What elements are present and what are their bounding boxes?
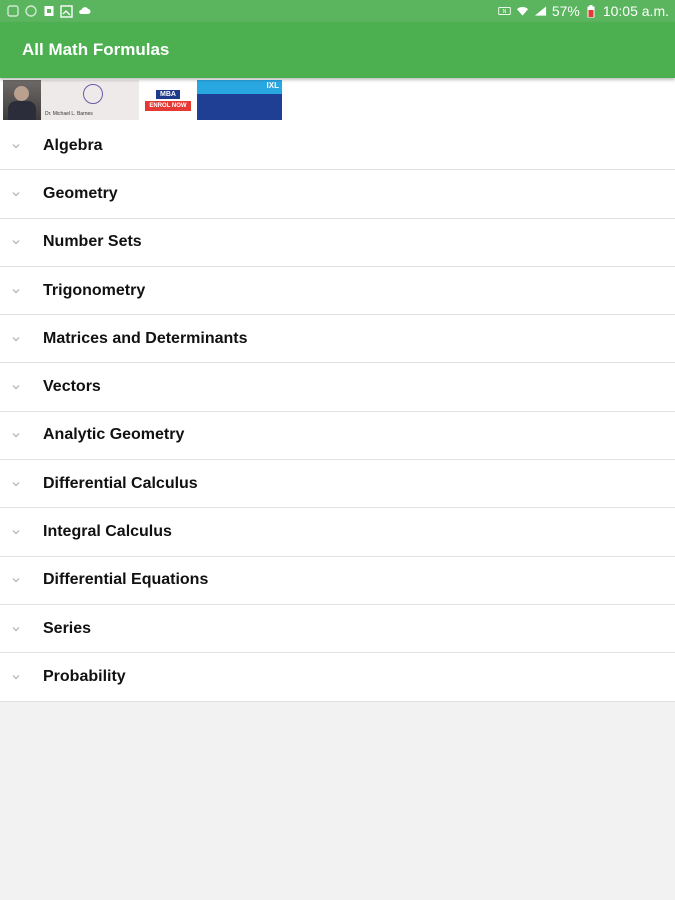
ad-banner[interactable]: Dr. Michael L. Barnes MBA ENROL NOW IXL (3, 80, 282, 120)
chevron-down-icon (12, 192, 20, 197)
app-notification-icon (42, 5, 55, 18)
list-item-label: Geometry (43, 184, 118, 202)
chevron-down-icon (12, 578, 20, 583)
list-item[interactable]: Vectors (0, 363, 675, 412)
chevron-down-icon (12, 481, 20, 487)
list-item[interactable]: Analytic Geometry (0, 412, 675, 461)
image-icon (60, 4, 73, 18)
list-item[interactable]: Matrices and Determinants (0, 315, 675, 364)
list-item[interactable]: Series (0, 605, 675, 654)
list-item[interactable]: Differential Calculus (0, 460, 675, 509)
list-item-label: Integral Calculus (43, 523, 172, 541)
list-item-label: Probability (43, 667, 126, 685)
nfc-icon: N (498, 5, 511, 18)
ad-mba-block: MBA ENROL NOW (139, 80, 197, 120)
chevron-down-icon (12, 336, 20, 342)
wifi-icon (516, 5, 529, 18)
ad-university-logo: Dr. Michael L. Barnes (41, 80, 139, 120)
list-item-label: Differential Calculus (43, 474, 198, 492)
battery-percent: 57% (551, 3, 580, 19)
app-bar: All Math Formulas (0, 22, 675, 78)
list-item[interactable]: Integral Calculus (0, 508, 675, 557)
topic-list: Algebra Geometry Number Sets Trigonometry Ma… (0, 122, 675, 702)
sync-icon (6, 5, 19, 18)
signal-icon (534, 5, 547, 18)
ad-right-panel: IXL (197, 80, 282, 120)
list-item[interactable]: Algebra (0, 122, 675, 171)
chevron-down-icon (12, 288, 20, 293)
app-title: All Math Formulas (22, 40, 170, 59)
list-item-label: Differential Equations (43, 571, 209, 589)
system-icons: N 57% 10:05 a.m. (498, 3, 669, 19)
list-item[interactable]: Differential Equations (0, 557, 675, 605)
notification-icons (6, 4, 91, 18)
battery-icon (585, 4, 598, 18)
chevron-down-icon (12, 143, 20, 148)
list-item[interactable]: Trigonometry (0, 267, 675, 316)
list-item[interactable]: Number Sets (0, 219, 675, 267)
list-item-label: Number Sets (43, 233, 142, 251)
chevron-down-icon (12, 385, 20, 390)
list-item-label: Analytic Geometry (43, 426, 185, 444)
list-item-label: Matrices and Determinants (43, 329, 248, 347)
chevron-down-icon (12, 530, 20, 535)
list-item[interactable]: Geometry (0, 170, 675, 219)
ad-enrol-button[interactable]: ENROL NOW (145, 100, 191, 111)
chevron-down-icon (12, 433, 20, 438)
ad-mba-label: MBA (156, 89, 180, 99)
ad-photo (3, 80, 41, 120)
ad-ixl-logo: IXL (266, 81, 279, 90)
chevron-down-icon (12, 674, 20, 680)
list-item-label: Algebra (43, 136, 103, 154)
cloud-icon (78, 5, 91, 18)
ad-name: Dr. Michael L. Barnes (45, 111, 93, 117)
status-bar: N 57% 10:05 a.m. (0, 0, 675, 22)
list-item[interactable]: Probability (0, 653, 675, 702)
list-item-label: Trigonometry (43, 281, 146, 299)
list-item-label: Series (43, 619, 92, 637)
clock: 10:05 a.m. (602, 3, 669, 19)
skype-icon (24, 5, 37, 18)
chevron-down-icon (12, 626, 20, 631)
chevron-down-icon (12, 240, 20, 245)
list-item-label: Vectors (43, 378, 101, 396)
ad-strip: Dr. Michael L. Barnes MBA ENROL NOW IXL (0, 78, 675, 122)
svg-text:N: N (502, 9, 506, 15)
